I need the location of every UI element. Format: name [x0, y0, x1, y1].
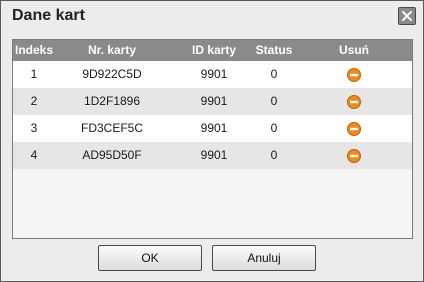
row-index: 3 [30, 121, 38, 135]
column-header-card-number: Nr. karty [87, 43, 137, 57]
card-data-dialog: Dane kart Indeks Nr. karty ID karty Stat… [0, 0, 424, 282]
row-status: 0 [270, 67, 278, 81]
remove-circle-icon[interactable] [347, 68, 361, 82]
row-card-number: 1D2F1896 [83, 94, 141, 108]
row-index: 4 [30, 148, 38, 162]
table-header: Indeks Nr. karty ID karty Status Usuń [13, 40, 412, 61]
row-status: 0 [270, 121, 278, 135]
table-row: 2 1D2F1896 9901 0 [13, 88, 412, 115]
remove-circle-icon[interactable] [347, 149, 361, 163]
table-row: 3 FD3CEF5C 9901 0 [13, 115, 412, 142]
row-index: 2 [30, 94, 38, 108]
ok-button[interactable]: OK [98, 245, 202, 271]
close-icon [402, 11, 412, 21]
row-card-number: 9D922C5D [82, 67, 142, 81]
row-card-id: 9901 [200, 121, 228, 135]
row-card-id: 9901 [200, 94, 228, 108]
row-card-number: AD95D50F [82, 148, 142, 162]
row-status: 0 [270, 148, 278, 162]
column-header-status: Status [255, 43, 293, 57]
close-button[interactable] [398, 7, 416, 25]
column-header-card-id: ID karty [191, 43, 237, 57]
card-table: Indeks Nr. karty ID karty Status Usuń 1 … [12, 39, 413, 239]
dialog-title: Dane kart [12, 7, 85, 24]
row-index: 1 [30, 67, 38, 81]
remove-circle-icon[interactable] [347, 122, 361, 136]
column-header-remove: Usuń [339, 43, 369, 57]
remove-circle-icon[interactable] [347, 95, 361, 109]
table-row: 4 AD95D50F 9901 0 [13, 142, 412, 169]
row-status: 0 [270, 94, 278, 108]
table-row: 1 9D922C5D 9901 0 [13, 61, 412, 88]
cancel-button[interactable]: Anuluj [212, 245, 316, 271]
column-header-index: Indeks [14, 43, 53, 57]
row-card-id: 9901 [200, 67, 228, 81]
row-card-number: FD3CEF5C [80, 121, 143, 135]
dialog-titlebar: Dane kart [1, 1, 423, 31]
row-card-id: 9901 [200, 148, 228, 162]
